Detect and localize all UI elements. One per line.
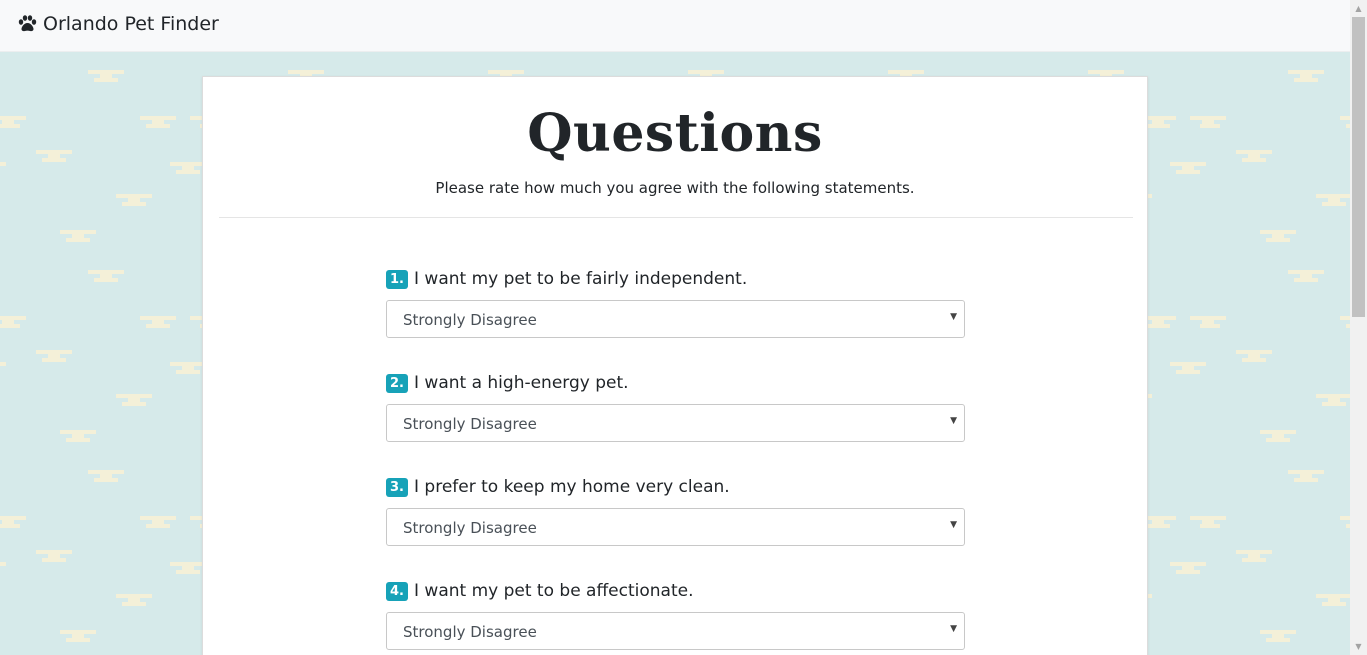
page-subtitle: Please rate how much you agree with the … [435,179,915,197]
answer-select-4[interactable]: Strongly Disagree ▼ [386,612,965,650]
caret-down-icon: ▼ [950,312,957,322]
page-title: Questions [527,103,823,164]
answer-select-3[interactable]: Strongly Disagree ▼ [386,508,965,546]
divider [219,217,1133,218]
paw-icon [17,14,37,34]
question-label: 1. I want my pet to be fairly independen… [386,267,966,291]
question-text: I prefer to keep my home very clean. [414,477,730,497]
brand-label: Orlando Pet Finder [43,13,219,35]
question-text: I want a high-energy pet. [414,373,629,393]
question-number-badge: 1. [386,269,408,289]
question-label: 4. I want my pet to be affectionate. [386,579,966,603]
question-text: I want my pet to be affectionate. [414,581,694,601]
brand-link[interactable]: Orlando Pet Finder [17,13,219,35]
select-value: Strongly Disagree [403,519,537,537]
question-number-badge: 3. [386,477,408,497]
navbar: Orlando Pet Finder [0,0,1350,52]
scroll-up-icon[interactable]: ▲ [1350,0,1367,17]
question-label: 3. I prefer to keep my home very clean. [386,475,966,499]
caret-down-icon: ▼ [950,416,957,426]
answer-select-2[interactable]: Strongly Disagree ▼ [386,404,965,442]
question-2: 2. I want a high-energy pet. Strongly Di… [386,371,966,442]
scrollbar-thumb[interactable] [1352,17,1365,317]
select-value: Strongly Disagree [403,311,537,329]
scroll-down-icon[interactable]: ▼ [1350,638,1367,655]
question-4: 4. I want my pet to be affectionate. Str… [386,579,966,650]
caret-down-icon: ▼ [950,624,957,634]
caret-down-icon: ▼ [950,520,957,530]
select-value: Strongly Disagree [403,623,537,641]
questions-card: Questions Please rate how much you agree… [202,76,1148,655]
question-number-badge: 4. [386,581,408,601]
question-label: 2. I want a high-energy pet. [386,371,966,395]
question-text: I want my pet to be fairly independent. [414,269,748,289]
question-3: 3. I prefer to keep my home very clean. … [386,475,966,546]
select-value: Strongly Disagree [403,415,537,433]
answer-select-1[interactable]: Strongly Disagree ▼ [386,300,965,338]
question-1: 1. I want my pet to be fairly independen… [386,267,966,338]
vertical-scrollbar[interactable]: ▲ ▼ [1350,0,1367,655]
question-number-badge: 2. [386,373,408,393]
